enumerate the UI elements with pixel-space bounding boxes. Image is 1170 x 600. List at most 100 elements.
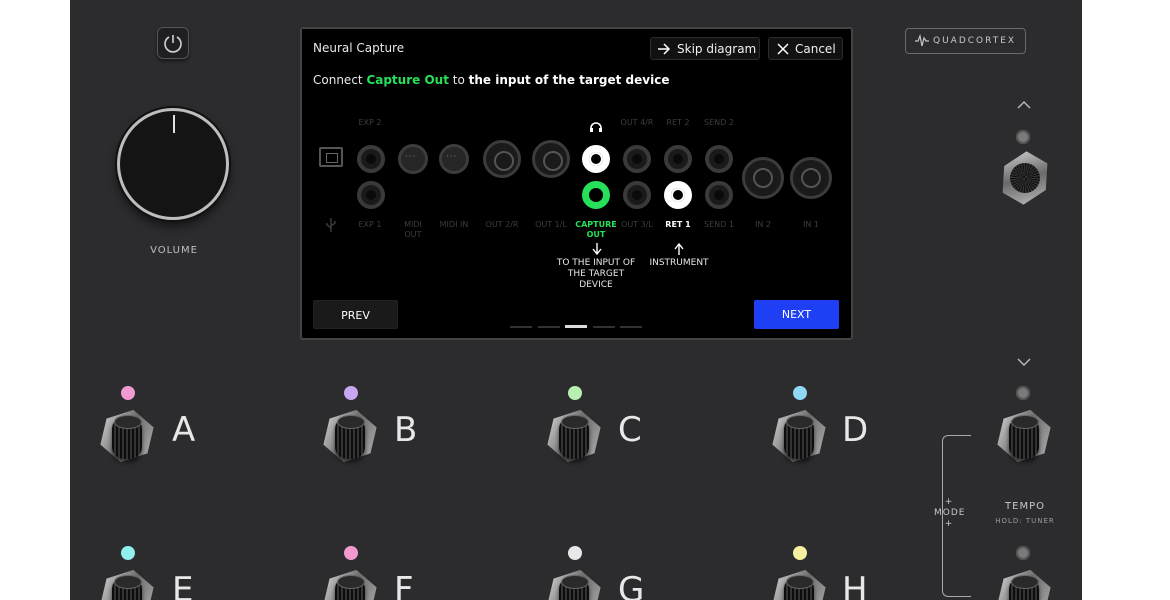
port-label-midi-out: MIDI OUT	[404, 220, 422, 239]
footswitch-f[interactable]	[322, 565, 378, 600]
port-label-out3l: OUT 3/L	[621, 220, 653, 229]
port-label-exp2: EXP 2	[358, 118, 382, 127]
volume-knob[interactable]	[117, 108, 229, 220]
mode-label: + MODE +	[934, 497, 966, 529]
chevron-down-icon[interactable]	[1017, 355, 1031, 371]
footswitch-g[interactable]	[546, 565, 602, 600]
ret1-jack	[664, 181, 692, 209]
instruction-highlight: Capture Out	[366, 73, 449, 87]
footswitch-c-led	[568, 386, 582, 400]
tuner-label: HOLD: TUNER	[995, 517, 1055, 525]
touchscreen: Neural Capture Skip diagram Cancel Conne…	[300, 27, 853, 340]
next-button[interactable]: NEXT	[754, 300, 839, 329]
footswitch-d[interactable]	[771, 405, 827, 465]
brand-logo: QUADCORTEX	[905, 28, 1026, 54]
chevron-up-icon[interactable]	[1017, 98, 1031, 114]
midi-in-din	[439, 144, 469, 174]
instruction-prefix: Connect	[313, 73, 367, 87]
instruction-text: Connect Capture Out to the input of the …	[313, 73, 669, 87]
step-indicator	[620, 326, 642, 328]
skip-diagram-label: Skip diagram	[677, 42, 757, 56]
exp2-jack	[357, 145, 385, 173]
power-button[interactable]	[157, 27, 189, 59]
in1-combo	[790, 157, 832, 199]
out3l-jack	[623, 181, 651, 209]
footswitch-d-led	[793, 386, 807, 400]
skip-diagram-button[interactable]: Skip diagram	[650, 37, 760, 60]
arrow-down-icon	[592, 243, 602, 255]
exp1-jack	[357, 181, 385, 209]
usb-port	[319, 147, 343, 167]
capture-out-note: TO THE INPUT OF THE TARGET DEVICE	[556, 258, 636, 290]
port-label-out4r: OUT 4/R	[620, 118, 654, 127]
headphones-icon	[590, 122, 602, 132]
step-indicator	[510, 326, 532, 328]
send2-jack	[705, 145, 733, 173]
footswitch-e-label: E	[172, 570, 194, 600]
in2-combo	[742, 157, 784, 199]
instruction-middle: to	[448, 73, 469, 87]
footswitch-e-led	[121, 546, 135, 560]
port-label-out1l: OUT 1/L	[535, 220, 567, 229]
navigation-encoder[interactable]	[997, 150, 1053, 206]
close-icon	[777, 43, 789, 55]
footswitch-h[interactable]	[771, 565, 827, 600]
headphone-jack	[582, 145, 610, 173]
usb-icon	[326, 218, 336, 232]
power-icon	[164, 35, 182, 53]
instruction-target: the input of the target device	[468, 73, 670, 87]
out2r-xlr	[483, 140, 521, 178]
footswitch-e[interactable]	[99, 565, 155, 600]
bank-down-footswitch[interactable]	[996, 405, 1052, 465]
cancel-label: Cancel	[795, 42, 836, 56]
cancel-button[interactable]: Cancel	[768, 37, 843, 60]
logo-text: QUADCORTEX	[933, 36, 1017, 46]
tempo-label: TEMPO	[1005, 501, 1045, 512]
step-indicator	[593, 326, 615, 328]
port-label-exp1: EXP 1	[358, 220, 382, 229]
bank-down-led	[1016, 386, 1030, 400]
send1-jack	[705, 181, 733, 209]
quad-cortex-device: VOLUME QUADCORTEX Neural Capture Skip di…	[70, 0, 1082, 600]
footswitch-g-led	[568, 546, 582, 560]
out1l-xlr	[532, 140, 570, 178]
port-label-out2r: OUT 2/R	[485, 220, 519, 229]
port-label-capture-out: CAPTURE OUT	[575, 220, 617, 239]
out4r-jack	[623, 145, 651, 173]
tempo-footswitch[interactable]	[996, 565, 1052, 600]
ret2-jack	[664, 145, 692, 173]
footswitch-c-label: C	[618, 410, 642, 450]
tempo-led	[1016, 546, 1030, 560]
footswitch-h-label: H	[842, 570, 868, 600]
port-label-ret1: RET 1	[665, 220, 691, 229]
midi-out-din	[398, 144, 428, 174]
instrument-note: INSTRUMENT	[649, 258, 709, 268]
footswitch-b-label: B	[394, 410, 418, 450]
volume-label: VOLUME	[150, 245, 198, 256]
footswitch-h-led	[793, 546, 807, 560]
footswitch-b-led	[344, 386, 358, 400]
volume-knob-indicator	[173, 115, 175, 133]
footswitch-a-led	[121, 386, 135, 400]
port-label-midi-in: MIDI IN	[439, 220, 469, 229]
screen-title: Neural Capture	[313, 41, 405, 55]
port-label-send1: SEND 1	[704, 220, 734, 229]
arrow-up-icon	[674, 243, 684, 255]
step-indicator-active	[565, 325, 587, 328]
port-label-in1: IN 1	[803, 220, 819, 229]
footswitch-a[interactable]	[99, 405, 155, 465]
footswitch-c[interactable]	[546, 405, 602, 465]
port-label-in2: IN 2	[755, 220, 771, 229]
footswitch-g-label: G	[618, 570, 645, 600]
prev-button[interactable]: PREV	[313, 300, 398, 329]
capture-out-jack	[582, 181, 610, 209]
up-led	[1016, 130, 1030, 144]
footswitch-d-label: D	[842, 410, 869, 450]
footswitch-a-label: A	[172, 410, 196, 450]
footswitch-b[interactable]	[322, 405, 378, 465]
port-label-send2: SEND 2	[704, 118, 734, 127]
waveform-icon	[915, 34, 929, 47]
step-indicator	[538, 326, 560, 328]
port-label-ret2: RET 2	[666, 118, 690, 127]
arrow-right-icon	[658, 43, 671, 55]
